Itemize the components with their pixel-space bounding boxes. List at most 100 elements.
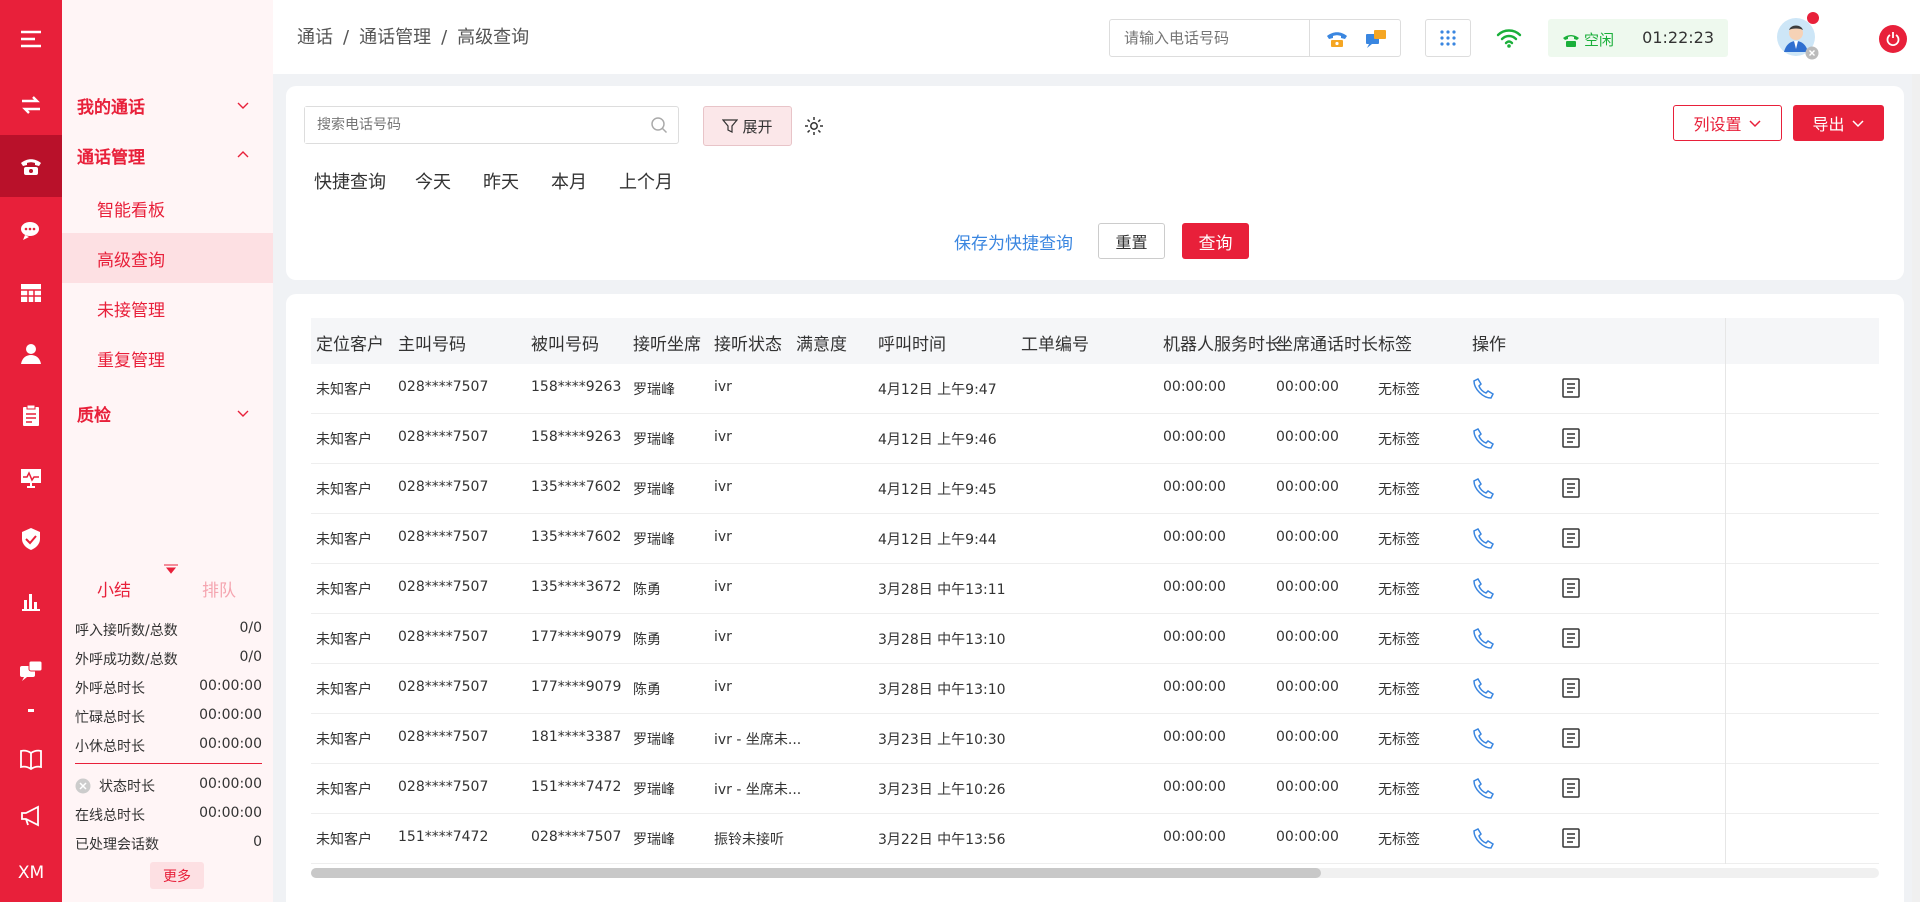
chat-icon[interactable] (0, 200, 62, 262)
detail-document-icon[interactable] (1559, 576, 1583, 600)
table-cell: 3月22日 中午13:56 (878, 832, 1006, 848)
table-row[interactable]: 未知客户 028****7507 135****7602 罗瑞峰 ivr 4月12日 上午… (311, 464, 1879, 514)
horizontal-scrollbar[interactable] (311, 868, 1879, 878)
transfer-icon[interactable] (0, 74, 62, 136)
detail-document-icon[interactable] (1559, 376, 1583, 400)
call-back-icon[interactable] (1472, 826, 1496, 850)
table-row[interactable]: 未知客户 028****7507 177****9079 陈勇 ivr 3月28日 中午1… (311, 614, 1879, 664)
menu-group-call-management[interactable]: 通话管理 (62, 130, 273, 180)
column-header[interactable]: 被叫号码 (531, 330, 599, 355)
table-cell: 无标签 (1378, 532, 1420, 548)
reset-button[interactable]: 重置 (1098, 223, 1165, 259)
detail-document-icon[interactable] (1559, 626, 1583, 650)
save-quick-query-link[interactable]: 保存为快捷查询 (954, 229, 1073, 254)
messages-icon[interactable] (0, 640, 62, 702)
table-cell: 未知客户 (316, 532, 372, 548)
detail-document-icon[interactable] (1559, 776, 1583, 800)
call-back-icon[interactable] (1472, 776, 1496, 800)
breadcrumb-item[interactable]: 通话 (297, 27, 333, 48)
menu-item-missed-management[interactable]: 未接管理 (62, 283, 273, 333)
column-header[interactable]: 坐席通话时长 (1276, 330, 1378, 355)
phone-icon[interactable] (0, 135, 62, 197)
menu-item-repeat-management[interactable]: 重复管理 (62, 333, 273, 383)
table-row[interactable]: 未知客户 028****7507 177****9079 陈勇 ivr 3月28日 中午1… (311, 664, 1879, 714)
table-cell: ivr - 坐席未... (714, 732, 802, 748)
quick-yesterday[interactable]: 昨天 (483, 168, 519, 194)
search-icon[interactable] (650, 116, 668, 134)
column-header[interactable]: 主叫号码 (398, 330, 466, 355)
menu-group-quality[interactable]: 质检 (62, 388, 273, 438)
table-row[interactable]: 未知客户 028****7507 181****3387 罗瑞峰 ivr - 坐席未..… (311, 714, 1879, 764)
quick-this-month[interactable]: 本月 (551, 168, 587, 194)
call-back-icon[interactable] (1472, 426, 1496, 450)
call-back-icon[interactable] (1472, 676, 1496, 700)
column-header[interactable]: 定位客户 (316, 330, 384, 355)
phone-search-input[interactable] (305, 107, 635, 143)
logout-button[interactable] (1879, 25, 1907, 53)
detail-document-icon[interactable] (1559, 826, 1583, 850)
quick-last-month[interactable]: 上个月 (619, 168, 673, 194)
column-header[interactable]: 呼叫时间 (878, 330, 946, 355)
detail-document-icon[interactable] (1559, 426, 1583, 450)
table-row[interactable]: 未知客户 151****7472 028****7507 罗瑞峰 振铃未接听 3月22日 … (311, 814, 1879, 864)
shield-icon[interactable] (0, 508, 62, 570)
export-button[interactable]: 导出 (1793, 105, 1884, 141)
phone-number-input[interactable] (1110, 20, 1309, 56)
megaphone-icon[interactable] (0, 785, 62, 847)
quick-today[interactable]: 今天 (415, 168, 451, 194)
column-header[interactable]: 满意度 (796, 330, 847, 355)
table-row[interactable]: 未知客户 028****7507 135****3672 陈勇 ivr 3月28日 中午1… (311, 564, 1879, 614)
collapse-arrow-icon[interactable] (163, 564, 179, 574)
detail-document-icon[interactable] (1559, 676, 1583, 700)
tab-queue[interactable]: 排队 (202, 576, 236, 601)
clear-status-icon[interactable] (75, 778, 91, 794)
user-icon[interactable] (0, 323, 62, 385)
stats-value: 0 (253, 834, 262, 850)
clipboard-icon[interactable] (0, 385, 62, 447)
menu-group-my-calls[interactable]: 我的通话 (62, 80, 273, 130)
call-back-icon[interactable] (1472, 726, 1496, 750)
column-header[interactable]: 工单编号 (1021, 330, 1089, 355)
tab-summary[interactable]: 小结 (97, 576, 131, 601)
menu-item-advanced-query[interactable]: 高级查询 (62, 233, 273, 283)
call-back-icon[interactable] (1472, 376, 1496, 400)
scroll-thumb[interactable] (311, 868, 1321, 878)
menu-item-smart-board[interactable]: 智能看板 (62, 183, 273, 233)
table-row[interactable]: 未知客户 028****7507 135****7602 罗瑞峰 ivr 4月12日 上午… (311, 514, 1879, 564)
call-back-icon[interactable] (1472, 626, 1496, 650)
chevron-down-icon (237, 410, 249, 417)
call-back-icon[interactable] (1472, 476, 1496, 500)
dial-phone-icon[interactable] (1325, 27, 1349, 51)
menu-icon[interactable] (0, 8, 62, 70)
column-header[interactable]: 接听状态 (714, 330, 782, 355)
operation-column-divider (1725, 318, 1726, 864)
avatar[interactable] (1777, 12, 1819, 60)
detail-document-icon[interactable] (1559, 526, 1583, 550)
call-back-icon[interactable] (1472, 526, 1496, 550)
column-header[interactable]: 接听坐席 (633, 330, 701, 355)
column-header[interactable]: 机器人服务时长 (1163, 330, 1282, 355)
breadcrumb-item[interactable]: 通话管理 (359, 27, 431, 48)
vertical-scrollbar[interactable] (1912, 74, 1920, 902)
table-icon[interactable] (0, 262, 62, 324)
column-header[interactable]: 操作 (1472, 330, 1506, 355)
query-button[interactable]: 查询 (1182, 223, 1249, 259)
app-grid-button[interactable] (1425, 19, 1471, 57)
gear-icon[interactable] (803, 115, 825, 137)
detail-document-icon[interactable] (1559, 476, 1583, 500)
table-row[interactable]: 未知客户 028****7507 158****9263 罗瑞峰 ivr 4月12日 上午… (311, 364, 1879, 414)
monitor-icon[interactable] (0, 447, 62, 509)
more-button[interactable]: 更多 (150, 862, 204, 889)
agent-status-box[interactable]: 空闲 01:22:23 (1548, 19, 1728, 57)
table-cell: 00:00:00 (1163, 729, 1226, 745)
column-settings-button[interactable]: 列设置 (1673, 105, 1782, 141)
bar-chart-icon[interactable] (0, 570, 62, 632)
detail-document-icon[interactable] (1559, 726, 1583, 750)
table-row[interactable]: 未知客户 028****7507 151****7472 罗瑞峰 ivr - 坐席未..… (311, 764, 1879, 814)
expand-filter-button[interactable]: 展开 (703, 106, 792, 146)
book-icon[interactable] (0, 728, 62, 790)
table-row[interactable]: 未知客户 028****7507 158****9263 罗瑞峰 ivr 4月12日 上午… (311, 414, 1879, 464)
message-icon[interactable] (1364, 27, 1388, 51)
call-back-icon[interactable] (1472, 576, 1496, 600)
column-header[interactable]: 标签 (1378, 330, 1412, 355)
